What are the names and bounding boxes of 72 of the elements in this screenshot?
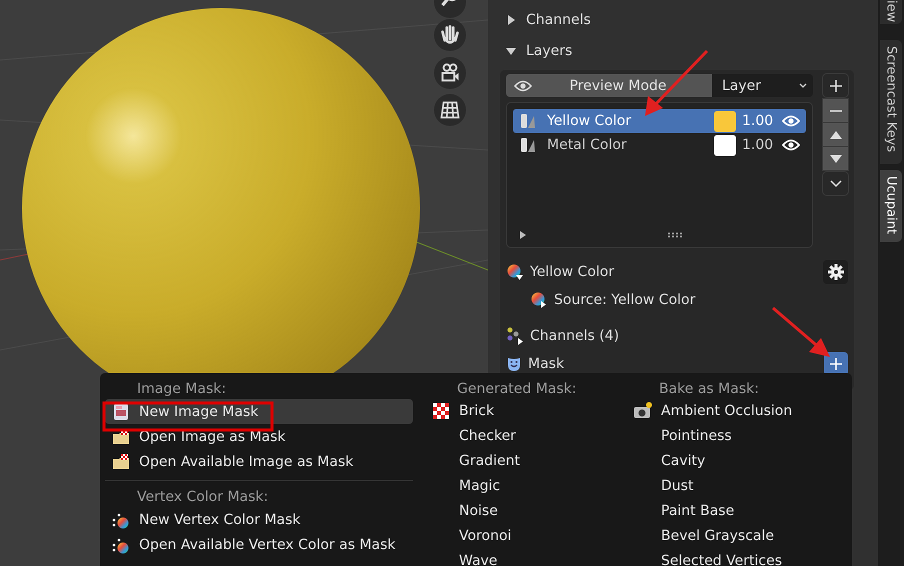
menu-item[interactable]: Pointiness (627, 424, 857, 449)
settings-icon[interactable] (823, 260, 848, 284)
color-wheel-icon (506, 263, 524, 281)
menu-item[interactable]: Wave (425, 548, 615, 566)
menu-item[interactable]: Paint Base (627, 498, 857, 524)
plus-icon (830, 358, 842, 370)
layer-opacity[interactable]: 1.00 (742, 113, 776, 129)
color-swatch[interactable] (714, 134, 736, 156)
resize-handle-icon[interactable] (667, 232, 683, 238)
camera-icon (633, 402, 653, 420)
layer-name: Metal Color (547, 137, 628, 153)
side-tab[interactable]: Ucupaint (880, 170, 902, 242)
layer-row[interactable]: Yellow Color 1.00 (513, 109, 806, 133)
menu-item[interactable]: New Vertex Color Mask (105, 507, 413, 532)
remove-icon[interactable] (823, 99, 848, 122)
layer-type-dropdown[interactable]: Layer (712, 74, 813, 97)
hand-icon[interactable] (434, 19, 466, 51)
side-tab[interactable]: Screencast Keys (880, 40, 902, 164)
move-up-icon[interactable] (823, 123, 848, 146)
menu-item[interactable]: Open Available Vertex Color as Mask (105, 532, 413, 557)
menu-item[interactable]: Ambient Occlusion (627, 398, 857, 424)
disclosure-icon[interactable] (506, 14, 516, 24)
expand-icon[interactable] (519, 231, 527, 239)
disclosure-icon[interactable] (506, 46, 516, 56)
menu-item[interactable]: Dust (627, 474, 857, 498)
eye-icon (514, 80, 532, 92)
menu-item[interactable]: Checker (425, 424, 615, 449)
vertex-color-icon (112, 510, 130, 528)
chevron-icon[interactable] (823, 172, 848, 195)
image-icon (112, 402, 130, 420)
chevron-icon (799, 82, 807, 88)
eye-icon[interactable] (782, 139, 800, 151)
menu-item[interactable]: Selected Vertices (627, 548, 857, 566)
menu-heading: Bake as Mask: (658, 380, 760, 399)
layer-opacity[interactable]: 1.00 (742, 137, 776, 153)
menu-item[interactable]: New Image Mask (105, 399, 413, 424)
section-title[interactable]: Channels (526, 12, 591, 28)
menu-item[interactable]: Cavity (627, 448, 857, 474)
menu-item[interactable]: Brick (425, 398, 615, 424)
layer-source[interactable]: Source: Yellow Color (554, 292, 696, 308)
add-icon[interactable] (823, 74, 848, 97)
menu-item[interactable]: Bevel Grayscale (627, 523, 857, 548)
checker-icon (432, 402, 450, 420)
menu-heading: Generated Mask: (456, 380, 578, 399)
color-swatch[interactable] (714, 110, 736, 132)
side-tab[interactable]: iew (880, 0, 902, 24)
grid-icon[interactable] (434, 94, 466, 126)
channels-icon (506, 327, 524, 345)
layer-icon (519, 136, 537, 154)
layer-name: Yellow Color (547, 113, 632, 129)
menu-item[interactable]: Voronoi (425, 523, 615, 548)
menu-item[interactable]: Gradient (425, 448, 615, 474)
vertex-color-icon (112, 536, 130, 554)
menu-item[interactable]: Magic (425, 474, 615, 498)
menu-item[interactable]: Noise (425, 498, 615, 524)
channels-label[interactable]: Channels (4) (530, 328, 620, 344)
mask-icon (506, 356, 522, 372)
layer-row[interactable]: Metal Color 1.00 (513, 133, 806, 157)
section-title[interactable]: Layers (526, 42, 572, 58)
layer-icon (519, 112, 537, 130)
folder-icon (112, 452, 130, 470)
menu-heading: Vertex Color Mask: (136, 488, 270, 507)
camera-icon[interactable] (434, 57, 466, 89)
preview-mode-button[interactable]: Preview Mode (506, 74, 712, 97)
menu-item[interactable]: Open Available Image as Mask (105, 449, 413, 474)
mask-label: Mask (528, 356, 566, 372)
menu-item[interactable]: Open Image as Mask (105, 424, 413, 449)
active-layer-name: Yellow Color (530, 264, 616, 280)
color-wheel-icon (530, 291, 548, 309)
move-down-icon[interactable] (823, 147, 848, 170)
menu-heading: Image Mask: (136, 380, 228, 399)
annotation-arrow (772, 306, 830, 357)
